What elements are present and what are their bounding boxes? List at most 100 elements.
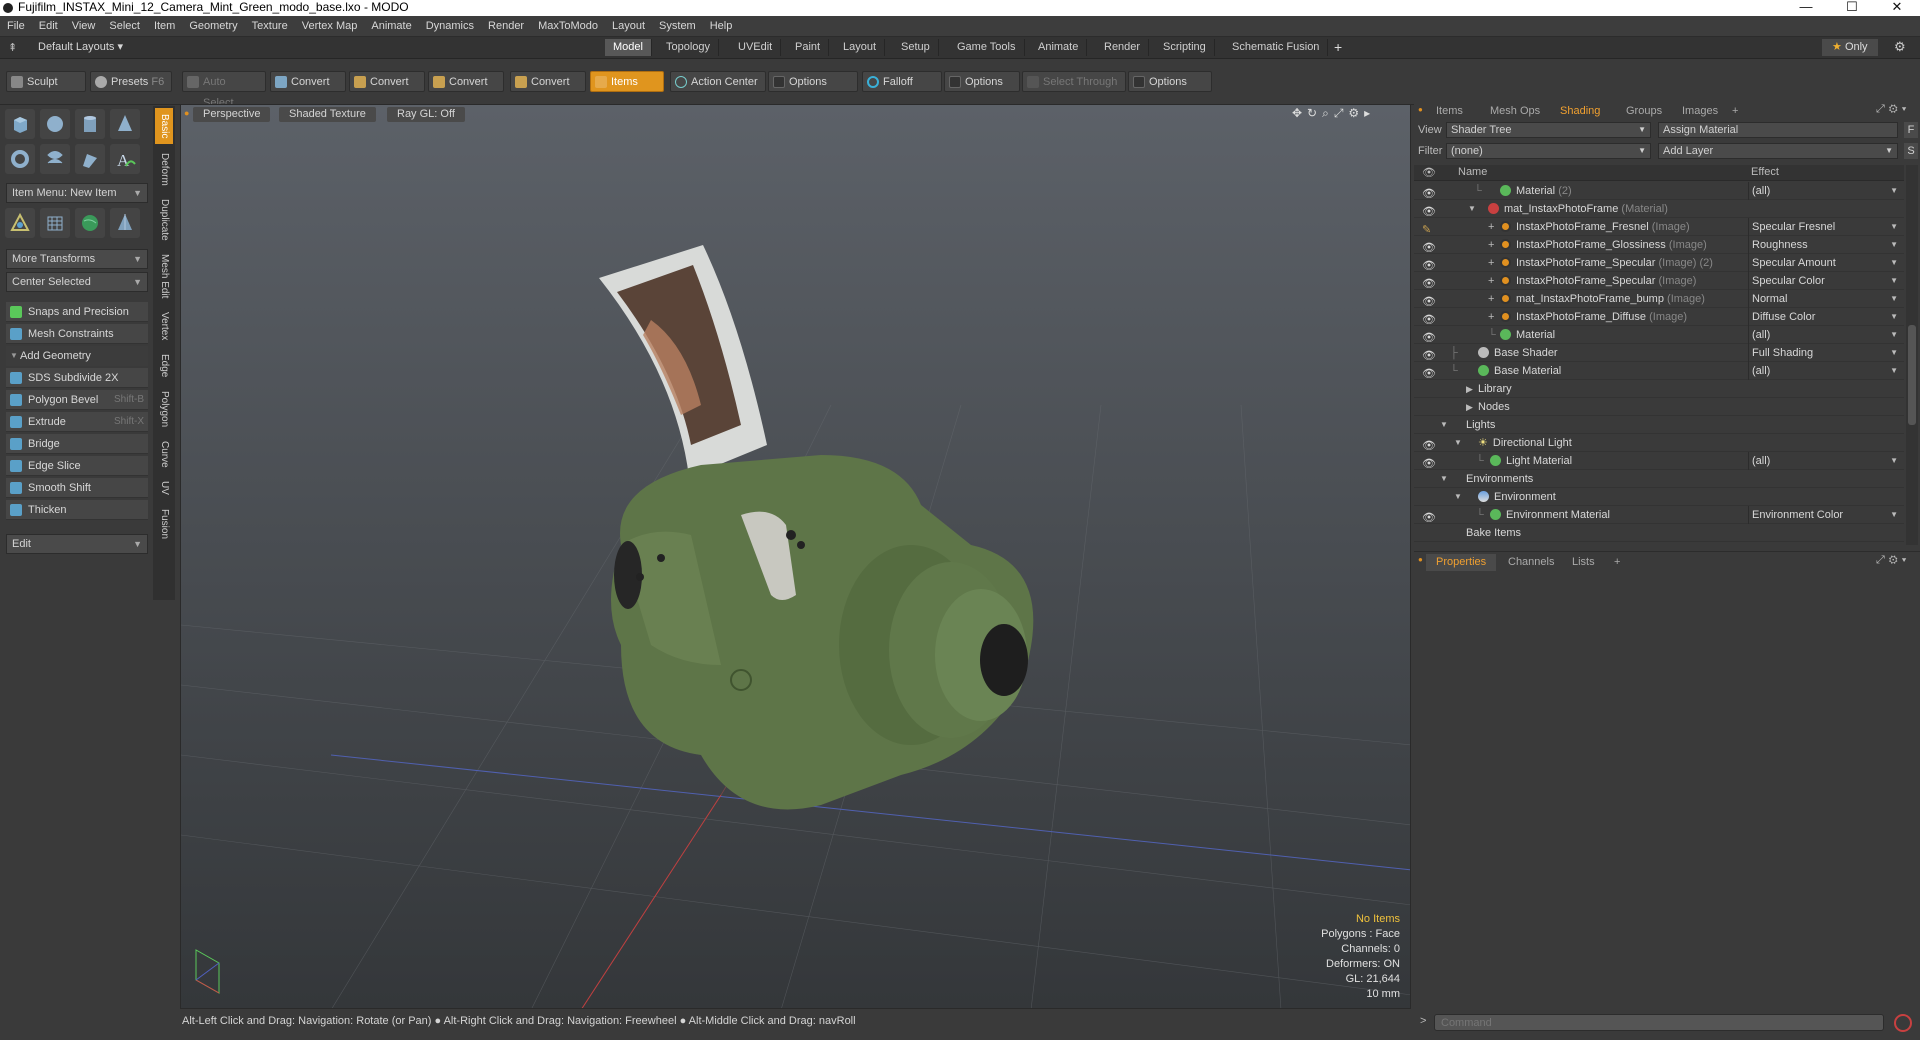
menu-select[interactable]: Select bbox=[102, 16, 147, 37]
vtab-mesh-edit[interactable]: Mesh Edit bbox=[155, 250, 173, 302]
add-layer-dropdown[interactable]: Add Layer ▼ bbox=[1658, 143, 1898, 159]
menu-system[interactable]: System bbox=[652, 16, 703, 37]
effect-column-header[interactable]: Effect bbox=[1751, 166, 1779, 178]
menu-file[interactable]: File bbox=[0, 16, 32, 37]
eye-icon[interactable]: 👁 bbox=[1422, 347, 1436, 362]
tab-images[interactable]: Images bbox=[1672, 103, 1728, 120]
assign-material-button[interactable]: Assign Material bbox=[1658, 122, 1898, 138]
name-column-header[interactable]: Name bbox=[1458, 166, 1487, 178]
globe-icon[interactable] bbox=[75, 208, 105, 238]
tree-row-library[interactable]: ▶ Library bbox=[1414, 380, 1904, 398]
text-tool-icon[interactable]: A bbox=[110, 144, 140, 174]
vtab-vertex[interactable]: Vertex bbox=[155, 306, 173, 346]
tree-row-environment-material[interactable]: 👁 └ Environment Material Environment Color ▼ bbox=[1414, 506, 1904, 524]
tree-row-specular[interactable]: 👁 + InstaxPhotoFrame_Specular (Image) Specu… bbox=[1414, 272, 1904, 290]
tree-row-nodes[interactable]: ▶ Nodes bbox=[1414, 398, 1904, 416]
polygon-bevel-button[interactable]: Polygon Bevel Shift-B bbox=[6, 390, 148, 410]
tree-row-mat-instaxphotoframe[interactable]: 👁 ▼ mat_InstaxPhotoFrame (Material) bbox=[1414, 200, 1904, 218]
tree-row-light-material[interactable]: 👁 └ Light Material (all) ▼ bbox=[1414, 452, 1904, 470]
grid-icon[interactable] bbox=[40, 208, 70, 238]
tree-row-directional-light[interactable]: 👁 ▼ ☀ Directional Light bbox=[1414, 434, 1904, 452]
tab-shading[interactable]: Shading bbox=[1550, 103, 1610, 120]
pyramid-icon[interactable] bbox=[110, 208, 140, 238]
vtab-edge[interactable]: Edge bbox=[155, 350, 173, 382]
tab-groups[interactable]: Groups bbox=[1616, 103, 1672, 120]
select-through-button[interactable]: Select Through bbox=[1022, 71, 1126, 92]
vtab-basic[interactable]: Basic bbox=[155, 108, 173, 144]
f-button[interactable]: F bbox=[1904, 122, 1918, 138]
action-center-button[interactable]: Action Center bbox=[670, 71, 766, 92]
tree-row-base-material[interactable]: 👁 └ Base Material (all) ▼ bbox=[1414, 362, 1904, 380]
add-geometry-section[interactable]: ▼ Add Geometry bbox=[6, 346, 148, 366]
tab-mesh-ops[interactable]: Mesh Ops bbox=[1480, 103, 1550, 120]
eye-icon[interactable]: 👁 bbox=[1422, 203, 1436, 218]
tree-row-diffuse[interactable]: 👁 + InstaxPhotoFrame_Diffuse (Image) Diffus… bbox=[1414, 308, 1904, 326]
select-options-button[interactable]: Options bbox=[1128, 71, 1212, 92]
vtab-curve[interactable]: Curve bbox=[155, 436, 173, 472]
menu-help[interactable]: Help bbox=[703, 16, 740, 37]
menu-animate[interactable]: Animate bbox=[364, 16, 418, 37]
gear-icon[interactable]: ⚙ bbox=[1894, 39, 1906, 55]
tab-render[interactable]: Render bbox=[1096, 39, 1150, 56]
eye-icon[interactable]: 👁 bbox=[1422, 329, 1436, 344]
tab-animate[interactable]: Animate bbox=[1030, 39, 1088, 56]
convert-vertex-button[interactable]: Convert bbox=[270, 71, 346, 92]
menu-geometry[interactable]: Geometry bbox=[182, 16, 244, 37]
edge-slice-button[interactable]: Edge Slice bbox=[6, 456, 148, 476]
only-button[interactable]: ★ Only bbox=[1822, 39, 1878, 56]
tab-scripting[interactable]: Scripting bbox=[1155, 39, 1215, 56]
record-icon[interactable] bbox=[1894, 1014, 1912, 1032]
maximize-button[interactable]: ☐ bbox=[1829, 0, 1875, 16]
eye-icon[interactable]: 👁 bbox=[1422, 257, 1436, 272]
tree-row-glossiness[interactable]: 👁 + InstaxPhotoFrame_Glossiness (Image) Rou… bbox=[1414, 236, 1904, 254]
mesh-constraints-button[interactable]: Mesh Constraints bbox=[6, 324, 148, 344]
command-input[interactable] bbox=[1434, 1014, 1884, 1031]
convert-material-button[interactable]: Convert bbox=[510, 71, 586, 92]
more-transforms-dropdown[interactable]: More Transforms ▼ bbox=[6, 249, 148, 269]
filter-dropdown[interactable]: (none) ▼ bbox=[1446, 143, 1651, 159]
convert-polygon-button[interactable]: Convert bbox=[428, 71, 504, 92]
close-button[interactable]: ✕ bbox=[1874, 0, 1920, 16]
menu-maxtomodo[interactable]: MaxToModo bbox=[531, 16, 605, 37]
menu-view[interactable]: View bbox=[65, 16, 103, 37]
tree-row-environments[interactable]: ▼ Environments bbox=[1414, 470, 1904, 488]
menu-layout[interactable]: Layout bbox=[605, 16, 652, 37]
transform-icon[interactable] bbox=[5, 208, 35, 238]
tree-row-specular-2[interactable]: 👁 + InstaxPhotoFrame_Specular (Image) (2) S… bbox=[1414, 254, 1904, 272]
capsule-icon[interactable] bbox=[40, 144, 70, 174]
panel-menu-icon[interactable]: ● bbox=[1418, 555, 1423, 564]
vtab-duplicate[interactable]: Duplicate bbox=[155, 194, 173, 246]
eye-icon[interactable]: 👁 bbox=[1422, 509, 1436, 524]
tab-schematic-fusion[interactable]: Schematic Fusion bbox=[1224, 39, 1329, 56]
tree-scrollbar[interactable] bbox=[1906, 165, 1918, 545]
menu-edit[interactable]: Edit bbox=[32, 16, 65, 37]
default-layouts-dropdown[interactable]: Default Layouts ▾ bbox=[38, 40, 123, 53]
thicken-button[interactable]: Thicken bbox=[6, 500, 148, 520]
add-panel-tab[interactable]: + bbox=[1604, 554, 1630, 571]
sphere-icon[interactable] bbox=[40, 109, 70, 139]
minimize-button[interactable]: — bbox=[1783, 0, 1829, 16]
tab-items[interactable]: Items bbox=[1426, 103, 1473, 120]
falloff-options-button[interactable]: Options bbox=[944, 71, 1020, 92]
add-tab-button[interactable]: + bbox=[1334, 39, 1342, 55]
brush-icon[interactable]: ✎ bbox=[1422, 221, 1434, 236]
tab-setup[interactable]: Setup bbox=[893, 39, 939, 56]
edit-dropdown[interactable]: Edit ▼ bbox=[6, 534, 148, 554]
snaps-precision-button[interactable]: Snaps and Precision bbox=[6, 302, 148, 322]
action-center-options-button[interactable]: Options bbox=[768, 71, 858, 92]
cylinder-icon[interactable] bbox=[75, 109, 105, 139]
eye-icon[interactable]: 👁 bbox=[1422, 239, 1436, 254]
eye-icon[interactable]: 👁 bbox=[1422, 455, 1436, 470]
tab-model[interactable]: Model bbox=[605, 39, 652, 56]
tab-channels[interactable]: Channels bbox=[1498, 554, 1564, 571]
cone-icon[interactable] bbox=[110, 109, 140, 139]
tree-row-bake-items[interactable]: Bake Items bbox=[1414, 524, 1904, 542]
tab-paint[interactable]: Paint bbox=[787, 39, 830, 56]
items-mode-button[interactable]: Items bbox=[590, 71, 664, 92]
bridge-button[interactable]: Bridge bbox=[6, 434, 148, 454]
extrude-button[interactable]: Extrude Shift-X bbox=[6, 412, 148, 432]
center-selected-dropdown[interactable]: Center Selected ▼ bbox=[6, 272, 148, 292]
menu-render[interactable]: Render bbox=[481, 16, 531, 37]
eye-icon[interactable]: 👁 bbox=[1422, 185, 1436, 200]
tab-topology[interactable]: Topology bbox=[658, 39, 720, 56]
